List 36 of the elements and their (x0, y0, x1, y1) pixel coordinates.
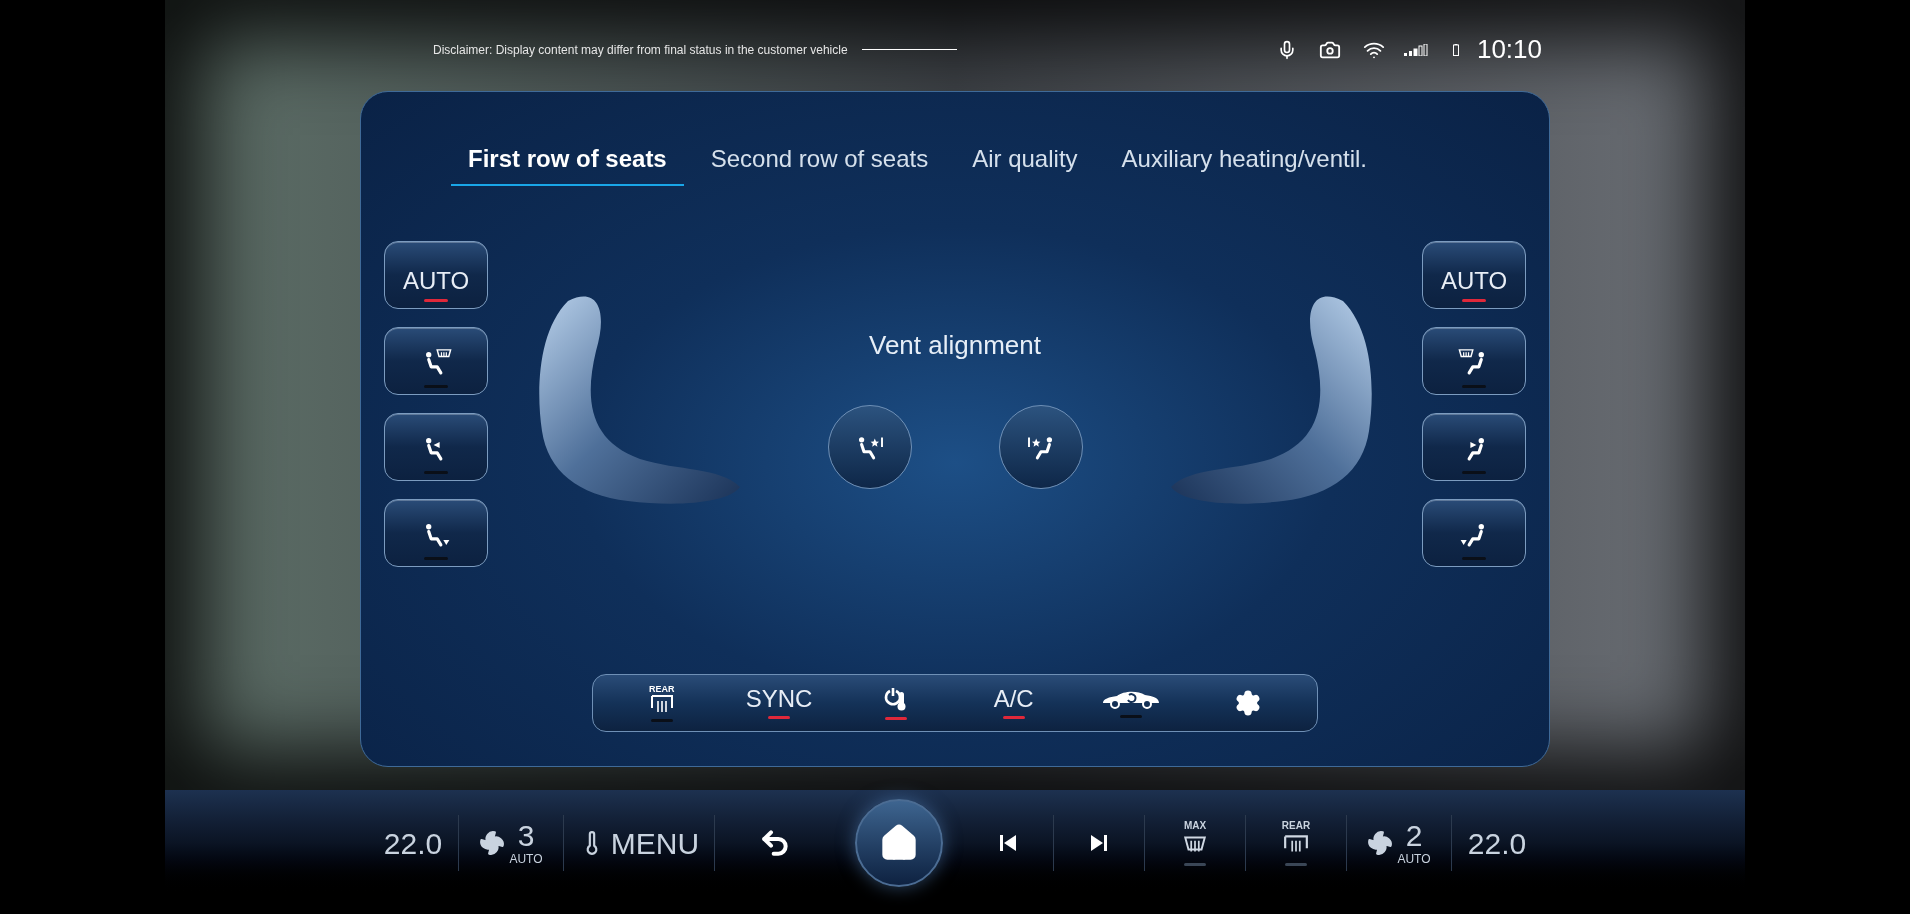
fan-icon (1367, 830, 1394, 856)
battery-icon (1452, 43, 1459, 56)
vent-mode-button[interactable] (384, 413, 488, 481)
fan-speed-button[interactable]: 2 AUTO (1347, 811, 1451, 875)
clock-time: 10:10 (1476, 33, 1542, 66)
tab[interactable]: Auxiliary heating/ventil. (1104, 134, 1384, 186)
climate-toggle-button[interactable]: SYNC (729, 677, 829, 729)
rear-window-defrost-icon (1283, 833, 1309, 854)
fan-speed-button[interactable]: 3 AUTO (459, 811, 563, 875)
vent-mode-button[interactable] (1422, 413, 1526, 481)
home-button[interactable] (855, 799, 943, 887)
vent-mode-button[interactable] (1422, 327, 1526, 395)
vent-mode-button[interactable] (1422, 499, 1526, 567)
home-icon (879, 823, 919, 863)
back-arrow-icon (759, 827, 791, 859)
vent-mode-button[interactable] (384, 327, 488, 395)
fan-icon (479, 830, 506, 856)
temperature-button[interactable]: 22.0 (1452, 813, 1542, 873)
tab[interactable]: Second row of seats (693, 134, 946, 186)
disclaimer-text: Disclaimer: Display content may differ from final status in the customer vehicle (433, 41, 848, 59)
tab[interactable]: Air quality (955, 134, 1095, 186)
vent-alignment-title: Vent alignment (869, 329, 1041, 362)
rear-defrost-button[interactable]: REAR (611, 677, 712, 729)
skip-back-icon (998, 833, 1018, 853)
auto-button[interactable]: AUTO (1422, 241, 1526, 309)
vent-mode-button[interactable] (384, 499, 488, 567)
temperature-button[interactable]: 22.0 (368, 813, 458, 873)
climate-menu-button[interactable]: MENU (564, 813, 714, 873)
tab[interactable]: First row of seats (451, 134, 684, 186)
rear-defrost-button[interactable]: REAR (1246, 807, 1346, 879)
max-defrost-button[interactable]: MAX (1145, 807, 1245, 879)
rear-window-defrost-icon (648, 693, 675, 714)
auto-button[interactable]: AUTO (384, 241, 488, 309)
skip-forward-icon (1089, 833, 1109, 853)
signal-strength-icon (1402, 43, 1429, 56)
climate-toggle-button[interactable]: A/C (963, 677, 1064, 729)
